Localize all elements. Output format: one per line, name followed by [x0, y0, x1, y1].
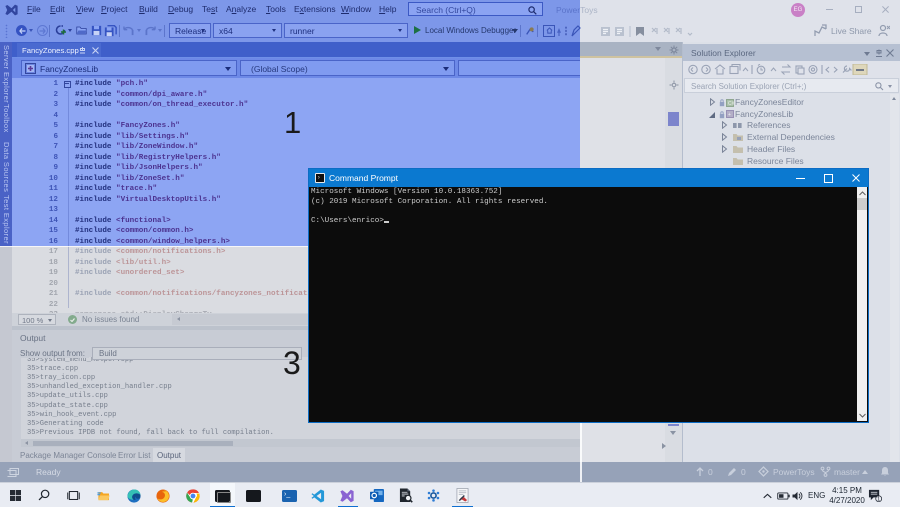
svg-text:1: 1: [877, 497, 880, 502]
